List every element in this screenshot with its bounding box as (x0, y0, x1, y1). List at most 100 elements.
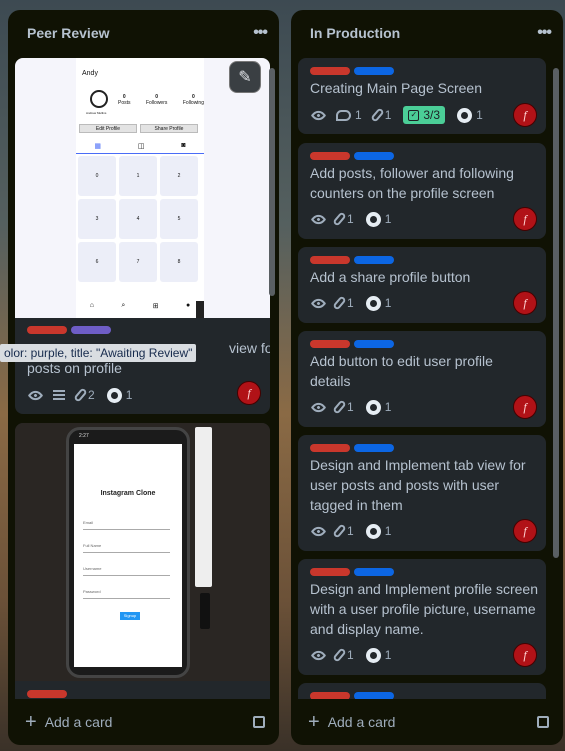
mockup-field: Username (83, 566, 170, 576)
card-title: Add button to edit user profile details (310, 353, 493, 389)
eye-icon (310, 523, 327, 539)
tagged-icon: ◙ (181, 142, 186, 149)
signup-screen-mockup: 2:27 Instagram Clone Email Full Name Use… (66, 427, 190, 678)
label-red[interactable] (310, 692, 350, 699)
comment-icon (336, 109, 351, 121)
label-blue[interactable] (354, 67, 394, 75)
add-card-button[interactable]: Add a card (45, 714, 113, 730)
attachment-count: 2 (88, 388, 95, 402)
ellipsis-icon[interactable]: ••• (253, 24, 268, 42)
card-title: Design and Implement tab view for user p… (310, 457, 526, 513)
badge-watch (310, 647, 327, 663)
member-avatar[interactable]: f (513, 103, 537, 127)
grid-cell: 5 (160, 199, 198, 239)
label-red[interactable] (27, 690, 67, 698)
ellipsis-icon[interactable]: ••• (537, 24, 552, 42)
grid-cell: 0 (78, 156, 116, 196)
label-red[interactable] (27, 326, 67, 334)
label-blue[interactable] (354, 568, 394, 576)
label-blue[interactable] (354, 340, 394, 348)
add-card-button[interactable]: Add a card (328, 714, 396, 730)
mockup-username: Andy (82, 70, 98, 77)
list-in-production: In Production ••• Creating Main Page Scr… (291, 10, 563, 745)
card-container: Creating Main Page Screen 1 1 ✓ 3/3 1 f A… (291, 58, 563, 699)
label-blue[interactable] (354, 444, 394, 452)
member-avatar[interactable]: f (513, 395, 537, 419)
add-card-footer: + Add a card (291, 699, 563, 745)
label-red[interactable] (310, 256, 350, 264)
github-count: 1 (384, 212, 392, 226)
list-title[interactable]: In Production (310, 25, 400, 41)
label-red[interactable] (310, 340, 350, 348)
plus-icon: + (25, 711, 37, 733)
attachment-count: 1 (347, 648, 354, 662)
label-red[interactable] (310, 568, 350, 576)
list-title[interactable]: Peer Review (27, 25, 110, 41)
emulator-side-panel (200, 593, 210, 629)
card-labels[interactable] (310, 340, 394, 348)
member-avatar[interactable]: f (237, 381, 261, 405)
card-labels[interactable] (27, 326, 111, 334)
badge-attachments: 1 (332, 211, 354, 227)
card-labels[interactable] (27, 690, 67, 698)
card-share-button[interactable]: Add a share profile button 1 1 f (298, 247, 546, 323)
card-tab-view[interactable]: Design and Implement tab view for user p… (298, 435, 546, 551)
card-signup-screen[interactable]: 2:27 Instagram Clone Email Full Name Use… (15, 423, 270, 699)
card-badges: 1 1 (310, 396, 391, 418)
card-title: Design and Implement profile screen with… (310, 581, 539, 637)
label-red[interactable] (310, 444, 350, 452)
template-icon[interactable] (253, 716, 265, 728)
badge-description (53, 390, 65, 400)
mockup-field: Full Name (83, 543, 170, 553)
card-labels[interactable] (310, 692, 394, 699)
label-blue[interactable] (354, 256, 394, 264)
label-purple[interactable] (71, 326, 111, 334)
card-title-line1: view for (229, 340, 270, 356)
label-blue[interactable] (354, 692, 394, 699)
github-icon (365, 523, 381, 539)
list-header: In Production ••• (291, 10, 563, 56)
card-edit-profile[interactable]: Add button to edit user profile details … (298, 331, 546, 427)
paperclip-icon (332, 647, 347, 663)
card-badges: 1 1 (310, 520, 391, 542)
card-labels[interactable] (310, 444, 394, 452)
label-blue[interactable] (354, 152, 394, 160)
paperclip-icon (332, 295, 347, 311)
attachment-count: 1 (347, 524, 354, 538)
github-count: 1 (384, 296, 392, 310)
checkbox-icon: ✓ (408, 109, 420, 121)
mockup-app-title: Instagram Clone (100, 490, 156, 497)
mockup-signup-button: Signup (120, 612, 140, 620)
list-scrollbar[interactable] (269, 68, 275, 296)
stat-label: Following (182, 100, 204, 106)
member-avatar[interactable]: f (513, 519, 537, 543)
badge-watch (310, 399, 327, 415)
template-icon[interactable] (537, 716, 549, 728)
card-counters[interactable]: Add posts, follower and following counte… (298, 143, 546, 239)
card-main-page[interactable]: Creating Main Page Screen 1 1 ✓ 3/3 1 f (298, 58, 546, 134)
card-labels[interactable] (310, 152, 394, 160)
card-badges: 1 1 ✓ 3/3 1 (310, 104, 483, 126)
card-labels[interactable] (310, 67, 394, 75)
eye-icon (27, 387, 44, 403)
list-scrollbar[interactable] (553, 68, 559, 558)
card-title: Add posts, follower and following counte… (310, 165, 514, 201)
card-cover-image: Andy Andrew Mullins 0 Posts 0 Followers 0F… (15, 58, 270, 318)
card-labels[interactable] (310, 256, 394, 264)
mockup-field: Email (83, 520, 170, 530)
mockup-stats: 0 Posts 0 Followers 0 Following (118, 94, 204, 106)
label-red[interactable] (310, 67, 350, 75)
label-red[interactable] (310, 152, 350, 160)
member-avatar[interactable]: f (513, 207, 537, 231)
badge-watch (310, 295, 327, 311)
member-avatar[interactable]: f (513, 291, 537, 315)
card-profile-screen[interactable]: Design and Implement profile screen with… (298, 559, 546, 675)
github-icon (106, 387, 122, 403)
add-icon: ⊞ (152, 303, 159, 310)
card-partial[interactable] (298, 683, 546, 699)
badge-attachments: 2 (73, 387, 95, 403)
edit-card-button[interactable]: ✎ (229, 61, 261, 93)
card-labels[interactable] (310, 568, 394, 576)
paperclip-icon (73, 387, 88, 403)
member-avatar[interactable]: f (513, 643, 537, 667)
